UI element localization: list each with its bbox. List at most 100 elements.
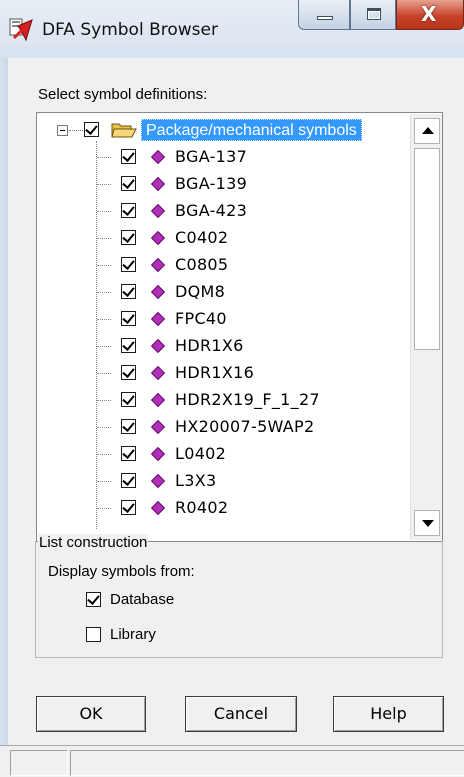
tree-item[interactable]: L0402 [37, 440, 409, 467]
tree-item[interactable]: L3X3 [37, 467, 409, 494]
maximize-button[interactable] [350, 0, 396, 30]
tree-connector [97, 481, 111, 482]
tree-item-checkbox[interactable] [121, 203, 136, 218]
window-frame-left [0, 58, 8, 777]
tree-item[interactable]: FPC40 [37, 305, 409, 332]
tree-item-label: L3X3 [175, 471, 217, 490]
library-checkbox[interactable] [86, 626, 101, 642]
scroll-down-button[interactable] [414, 510, 440, 536]
database-label: Database [110, 591, 175, 608]
tree-item-label: L0402 [175, 444, 227, 463]
tree-item-label: HDR2X19_F_1_27 [175, 390, 320, 409]
minimize-button[interactable] [298, 0, 350, 30]
tree-item[interactable]: R0402 [37, 494, 409, 521]
tree-root-row[interactable]: Package/mechanical symbols [37, 116, 409, 143]
tree-item[interactable]: BGA-139 [37, 170, 409, 197]
title-bar[interactable]: DFA Symbol Browser X [0, 0, 464, 58]
library-label: Library [110, 626, 156, 643]
tree-connector [97, 238, 111, 239]
option-library[interactable]: Library [86, 626, 156, 643]
tree-connector [97, 427, 111, 428]
tree-item-label: FPC40 [175, 309, 227, 328]
tree-connector [97, 400, 111, 401]
scroll-up-button[interactable] [414, 118, 440, 144]
tree-connector [97, 454, 111, 455]
root-checkbox[interactable] [84, 122, 99, 137]
tree-item-checkbox[interactable] [121, 230, 136, 245]
tree-connector [97, 319, 111, 320]
minimize-icon [317, 16, 333, 20]
symbol-diamond-icon [150, 338, 166, 354]
symbol-diamond-icon [150, 446, 166, 462]
tree-item[interactable]: HDR2X19_F_1_27 [37, 386, 409, 413]
tree-item[interactable]: BGA-423 [37, 197, 409, 224]
symbol-diamond-icon [150, 257, 166, 273]
tree-item-checkbox[interactable] [121, 392, 136, 407]
tree-root-label[interactable]: Package/mechanical symbols [141, 119, 362, 141]
vertical-scrollbar[interactable] [410, 114, 442, 540]
tree-item-checkbox[interactable] [121, 284, 136, 299]
symbol-diamond-icon [150, 230, 166, 246]
tree-item[interactable]: C0805 [37, 251, 409, 278]
tree-connector [97, 265, 111, 266]
ok-button[interactable]: OK [36, 696, 146, 732]
tree-item-checkbox[interactable] [121, 473, 136, 488]
tree-item-checkbox[interactable] [121, 176, 136, 191]
tree-item-checkbox[interactable] [121, 365, 136, 380]
tree-item-checkbox[interactable] [121, 149, 136, 164]
tree-connector [97, 157, 111, 158]
symbol-diamond-icon [150, 176, 166, 192]
tree-item-label: HDR1X6 [175, 336, 244, 355]
tree-item-label: BGA-423 [175, 201, 248, 220]
tree-item[interactable]: DQM8 [37, 278, 409, 305]
status-bar [0, 745, 464, 777]
window-title: DFA Symbol Browser [42, 20, 218, 40]
tree-connector [97, 184, 111, 185]
database-checkbox[interactable] [86, 591, 101, 607]
tree-connector [97, 508, 111, 509]
symbol-tree[interactable]: Package/mechanical symbols BGA-137 BGA-13… [36, 112, 443, 542]
status-pane-1 [10, 750, 68, 776]
symbol-diamond-icon [150, 473, 166, 489]
tree-connector [97, 292, 111, 293]
close-button[interactable]: X [396, 0, 464, 30]
cancel-button[interactable]: Cancel [185, 696, 297, 732]
tree-connector [69, 130, 83, 131]
symbol-diamond-icon [150, 365, 166, 381]
close-icon: X [421, 2, 437, 26]
symbol-diamond-icon [150, 392, 166, 408]
folder-open-icon [111, 123, 137, 138]
maximize-icon [367, 8, 381, 20]
status-pane-2 [70, 750, 464, 776]
tree-item[interactable]: HDR1X16 [37, 359, 409, 386]
tree-item-checkbox[interactable] [121, 257, 136, 272]
tree-item[interactable]: C0402 [37, 224, 409, 251]
tree-item-checkbox[interactable] [121, 419, 136, 434]
tree-item-checkbox[interactable] [121, 446, 136, 461]
tree-item-checkbox[interactable] [121, 500, 136, 515]
tree-connector [97, 373, 111, 374]
tree-item-label: BGA-139 [175, 174, 248, 193]
help-button[interactable]: Help [333, 696, 444, 732]
select-definitions-label: Select symbol definitions: [38, 86, 208, 103]
tree-item-label: DQM8 [175, 282, 226, 301]
tree-item-checkbox[interactable] [121, 311, 136, 326]
tree-item[interactable]: HDR1X6 [37, 332, 409, 359]
dfa-symbol-browser-window: DFA Symbol Browser X Select symbol defin… [0, 0, 464, 777]
option-database[interactable]: Database [86, 591, 174, 608]
tree-connector [97, 346, 111, 347]
tree-item[interactable]: BGA-137 [37, 143, 409, 170]
collapse-icon[interactable] [57, 125, 68, 136]
display-symbols-label: Display symbols from: [48, 563, 195, 580]
tree-item-label: HDR1X16 [175, 363, 255, 382]
arrow-up-icon [422, 127, 434, 134]
tree-item-label: HX20007-5WAP2 [175, 417, 315, 436]
scroll-thumb[interactable] [414, 148, 440, 350]
tree-item-checkbox[interactable] [121, 338, 136, 353]
app-icon [9, 18, 33, 42]
symbol-diamond-icon [150, 149, 166, 165]
tree-item[interactable]: HX20007-5WAP2 [37, 413, 409, 440]
tree-item-label: C0805 [175, 255, 229, 274]
tree-item-label: C0402 [175, 228, 229, 247]
symbol-diamond-icon [150, 500, 166, 516]
